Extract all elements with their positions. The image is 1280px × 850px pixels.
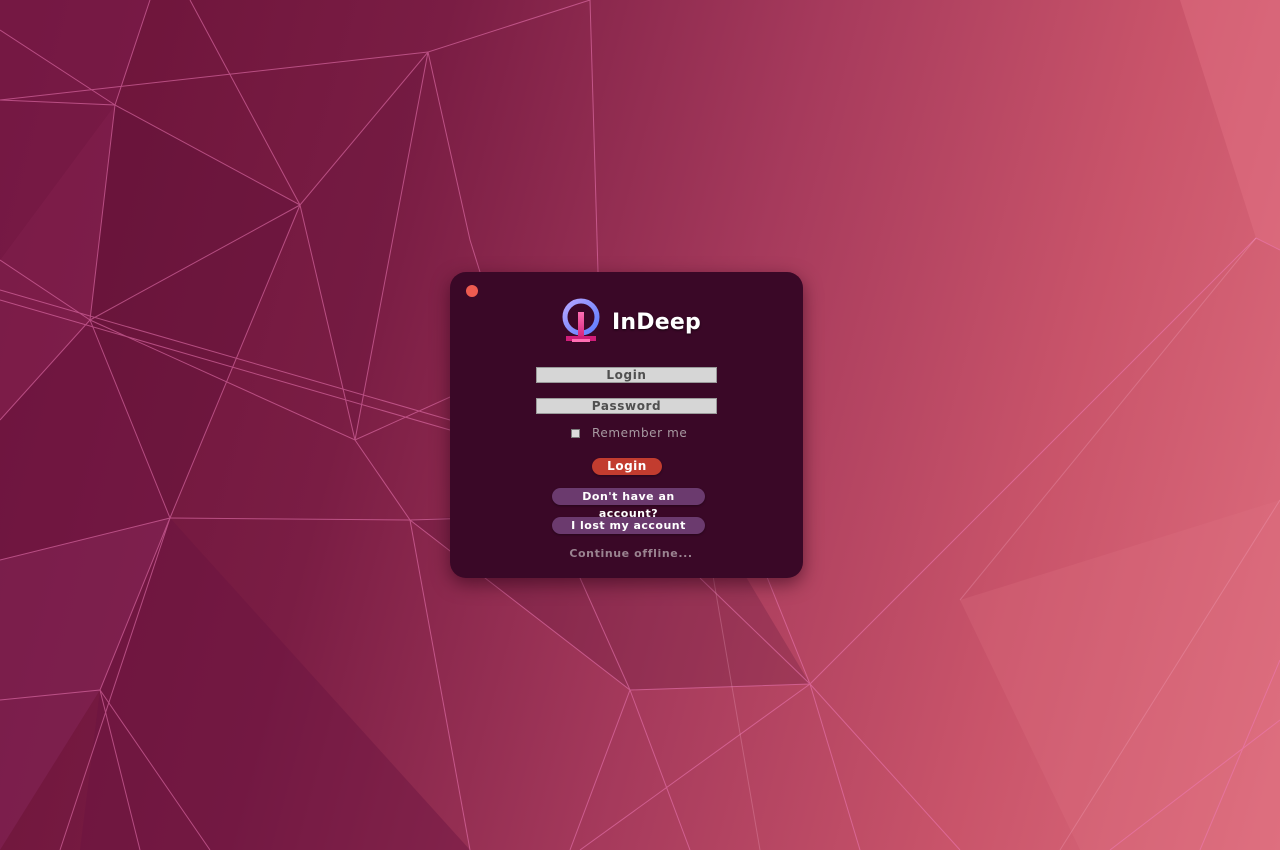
- brand-header: InDeep: [562, 296, 701, 344]
- close-icon[interactable]: [466, 285, 478, 297]
- indeep-logo-icon: [562, 298, 600, 342]
- continue-offline-link[interactable]: Continue offline...: [450, 547, 812, 560]
- remember-me-label: Remember me: [592, 426, 688, 440]
- login-window: InDeep Remember me Login Don't have an a…: [450, 272, 803, 578]
- remember-me-row: Remember me: [571, 426, 687, 440]
- remember-me-checkbox[interactable]: [571, 428, 580, 438]
- login-input[interactable]: [536, 367, 717, 383]
- app-name: InDeep: [612, 309, 701, 335]
- password-input[interactable]: [536, 398, 717, 414]
- signup-button[interactable]: Don't have an account?: [552, 488, 705, 520]
- lost-account-button[interactable]: I lost my account: [552, 517, 705, 534]
- login-button[interactable]: Login: [592, 458, 662, 475]
